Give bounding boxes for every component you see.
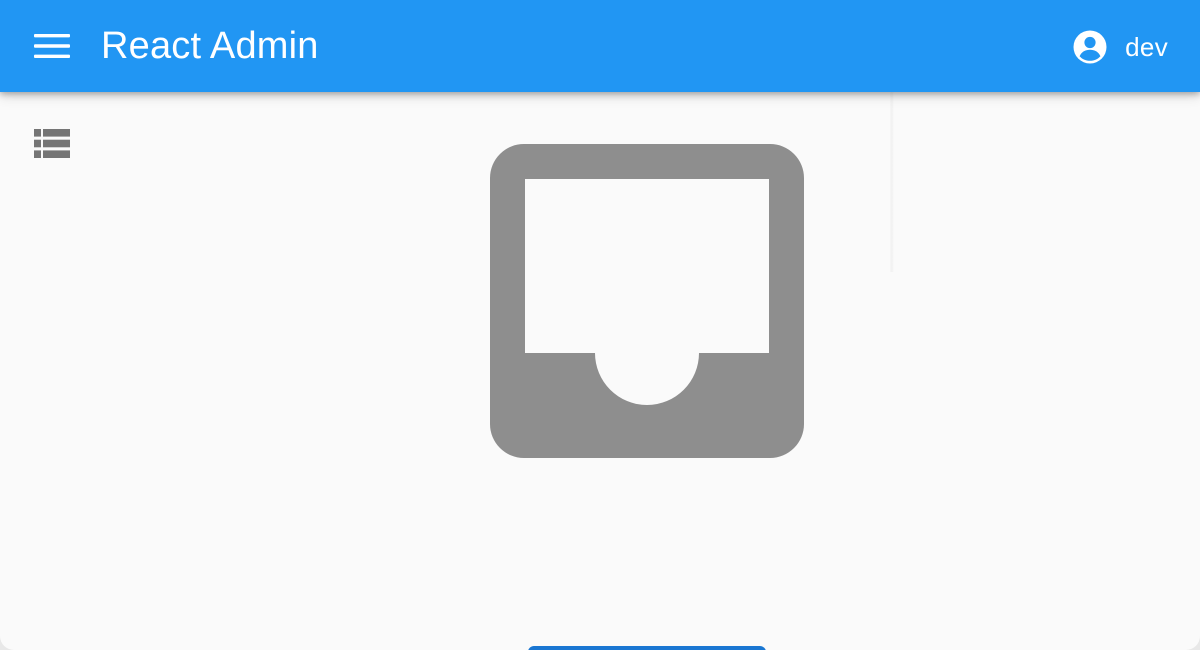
inbox-icon — [490, 144, 804, 458]
hamburger-menu-icon — [34, 34, 70, 58]
view-list-icon — [34, 129, 70, 158]
user-name: dev — [1125, 31, 1168, 62]
account-circle-icon — [1073, 30, 1107, 64]
menu-toggle-button[interactable] — [24, 22, 80, 70]
primary-action-button[interactable] — [528, 646, 766, 650]
user-menu-button[interactable]: dev — [1072, 26, 1168, 68]
app-window: React Admin dev — [0, 0, 1200, 650]
app-bar: React Admin dev — [0, 0, 1200, 92]
sidebar-item-list[interactable] — [28, 122, 76, 166]
panel-divider — [890, 92, 894, 272]
app-title: React Admin — [101, 25, 319, 67]
